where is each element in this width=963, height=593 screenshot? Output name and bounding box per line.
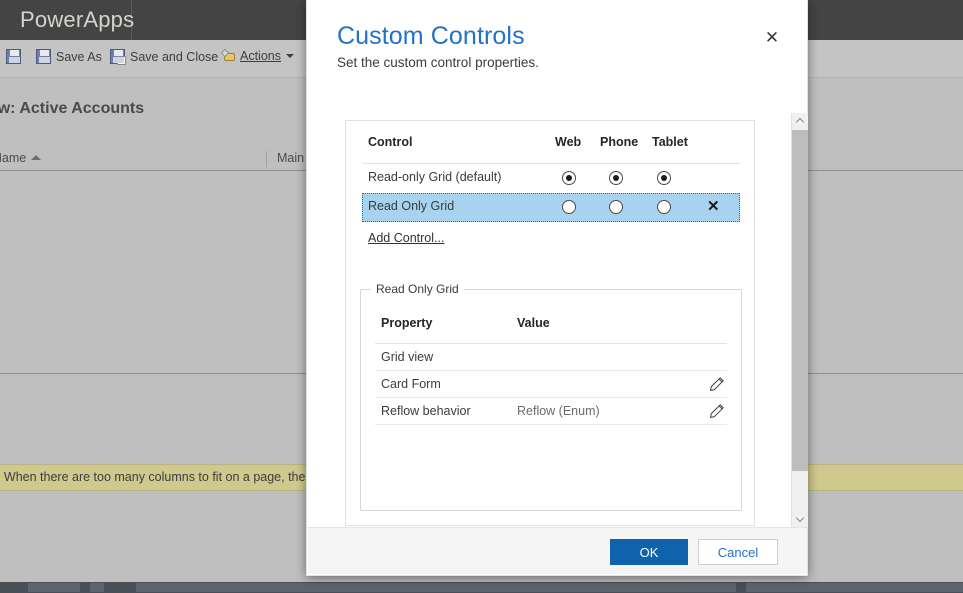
remove-control-icon[interactable]: ✕	[707, 198, 720, 216]
taskbar-item[interactable]	[90, 583, 104, 592]
grid-column-account-name-label: unt Name	[0, 151, 27, 165]
actions-label: Actions	[240, 49, 281, 63]
taskbar-item[interactable]	[28, 583, 80, 592]
properties-table-header: Property Value	[375, 316, 727, 344]
custom-controls-dialog: Custom Controls Set the custom control p…	[306, 0, 808, 576]
actions-menu-button[interactable]: Actions	[222, 49, 294, 63]
taskbar-item[interactable]	[136, 583, 736, 592]
save-and-close-label: Save and Close	[130, 50, 219, 64]
table-row[interactable]: Card Form	[375, 371, 727, 398]
taskbar-strip	[0, 582, 963, 593]
header-value: Value	[517, 316, 550, 330]
edit-pencil-icon[interactable]	[709, 376, 725, 392]
actions-icon	[222, 49, 238, 63]
header-phone: Phone	[600, 135, 639, 149]
radio-web[interactable]	[562, 200, 576, 214]
save-as-icon	[36, 49, 51, 64]
scroll-down-icon[interactable]	[792, 510, 808, 527]
save-button[interactable]	[6, 49, 26, 64]
notification-text: e: When there are too many columns to fi…	[0, 470, 334, 484]
properties-table: Property Value Grid view Card Form Reflo…	[375, 316, 727, 425]
grid-column-main[interactable]: Main	[277, 151, 304, 165]
table-row[interactable]: Read Only Grid ✕	[362, 193, 740, 222]
radio-phone[interactable]	[609, 200, 623, 214]
radio-phone[interactable]	[609, 171, 623, 185]
save-as-button[interactable]: Save As	[36, 49, 102, 64]
chevron-down-icon	[286, 54, 294, 58]
control-name: Read Only Grid	[368, 199, 455, 213]
grid-column-account-name[interactable]: unt Name	[0, 151, 42, 165]
header-control: Control	[368, 135, 413, 149]
dialog-footer: OK Cancel	[308, 527, 807, 574]
dialog-content-panel: Control Web Phone Tablet Read-only Grid …	[345, 120, 755, 526]
sort-ascending-icon	[31, 155, 42, 160]
radio-tablet[interactable]	[657, 200, 671, 214]
table-row[interactable]: Read-only Grid (default)	[362, 164, 740, 193]
radio-web[interactable]	[562, 171, 576, 185]
header-tablet: Tablet	[652, 135, 688, 149]
property-name: Card Form	[381, 377, 441, 391]
controls-table: Control Web Phone Tablet Read-only Grid …	[362, 135, 740, 222]
property-name: Grid view	[381, 350, 434, 364]
control-name: Read-only Grid (default)	[368, 170, 502, 184]
radio-tablet[interactable]	[657, 171, 671, 185]
column-separator	[266, 151, 267, 167]
cancel-button[interactable]: Cancel	[698, 539, 778, 565]
controls-table-header: Control Web Phone Tablet	[362, 135, 740, 164]
properties-legend: Read Only Grid	[371, 282, 464, 296]
ok-button[interactable]: OK	[610, 539, 688, 565]
property-name: Reflow behavior	[381, 404, 471, 418]
table-row[interactable]: Grid view	[375, 344, 727, 371]
page-title: View: Active Accounts	[0, 100, 145, 117]
scroll-up-icon[interactable]	[792, 113, 808, 130]
save-and-close-button[interactable]: x Save and Close	[110, 49, 219, 65]
dialog-title: Custom Controls	[337, 22, 525, 50]
close-icon[interactable]: ✕	[761, 27, 783, 49]
save-as-label: Save As	[56, 50, 102, 64]
property-value: Reflow (Enum)	[517, 404, 600, 418]
header-property: Property	[381, 316, 433, 330]
app-brand-powerapps: PowerApps	[20, 7, 135, 32]
save-icon	[6, 49, 21, 64]
header-web: Web	[555, 135, 582, 149]
scrollbar-thumb[interactable]	[792, 130, 808, 471]
table-row[interactable]: Reflow behavior Reflow (Enum)	[375, 398, 727, 425]
add-control-link[interactable]: Add Control...	[368, 231, 444, 245]
taskbar-item[interactable]	[746, 583, 963, 592]
properties-fieldset: Read Only Grid Property Value Grid view …	[360, 282, 742, 511]
save-and-close-icon: x	[110, 49, 126, 65]
edit-pencil-icon[interactable]	[709, 403, 725, 419]
dialog-subtitle: Set the custom control properties.	[337, 55, 539, 70]
dialog-scrollbar[interactable]	[791, 113, 808, 527]
